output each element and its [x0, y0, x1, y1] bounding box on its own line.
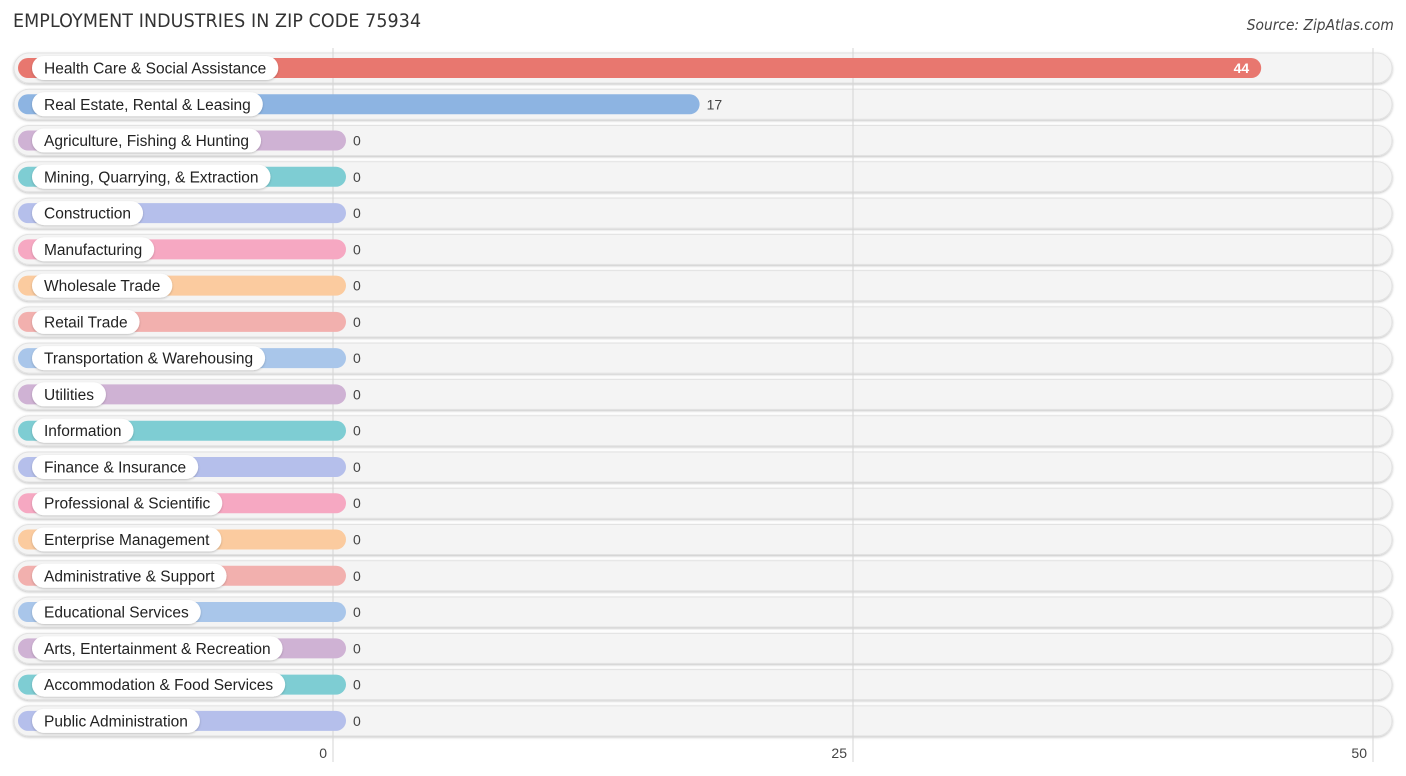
value-label: 0	[353, 640, 361, 656]
category-label: Transportation & Warehousing	[44, 351, 253, 368]
value-label: 17	[707, 96, 723, 112]
value-label: 0	[353, 423, 361, 439]
value-label: 0	[353, 604, 361, 620]
category-label: Retail Trade	[44, 314, 128, 331]
value-label: 0	[353, 133, 361, 149]
x-tick-label: 0	[319, 745, 327, 761]
bar-chart: Health Care & Social Assistance 44 Real Es…	[13, 48, 1393, 762]
category-label: Utilities	[44, 387, 94, 404]
category-label: Health Care & Social Assistance	[44, 61, 266, 78]
value-label: 0	[353, 568, 361, 584]
category-label: Information	[44, 423, 122, 440]
category-label: Mining, Quarrying, & Extraction	[44, 169, 259, 186]
value-label: 0	[353, 314, 361, 330]
category-label: Agriculture, Fishing & Hunting	[44, 133, 249, 150]
value-label: 0	[353, 532, 361, 548]
category-label: Accommodation & Food Services	[44, 677, 273, 694]
category-label: Real Estate, Rental & Leasing	[44, 97, 251, 114]
value-label: 0	[353, 169, 361, 185]
value-label: 44	[1234, 60, 1250, 76]
value-label: 0	[353, 350, 361, 366]
category-label: Public Administration	[44, 713, 188, 730]
category-label: Enterprise Management	[44, 532, 210, 549]
category-label: Educational Services	[44, 605, 189, 622]
value-label: 0	[353, 677, 361, 693]
category-label: Professional & Scientific	[44, 496, 211, 513]
x-tick-label: 25	[831, 745, 847, 761]
category-label: Administrative & Support	[44, 568, 215, 585]
value-label: 0	[353, 205, 361, 221]
value-label: 0	[353, 713, 361, 729]
value-label: 0	[353, 386, 361, 402]
value-label: 0	[353, 495, 361, 511]
category-label: Arts, Entertainment & Recreation	[44, 641, 271, 658]
category-label: Construction	[44, 206, 131, 223]
value-label: 0	[353, 278, 361, 294]
category-label: Wholesale Trade	[44, 278, 160, 295]
value-label: 0	[353, 459, 361, 475]
category-label: Manufacturing	[44, 242, 142, 259]
x-tick-label: 50	[1351, 745, 1367, 761]
value-label: 0	[353, 241, 361, 257]
category-label: Finance & Insurance	[44, 459, 186, 476]
